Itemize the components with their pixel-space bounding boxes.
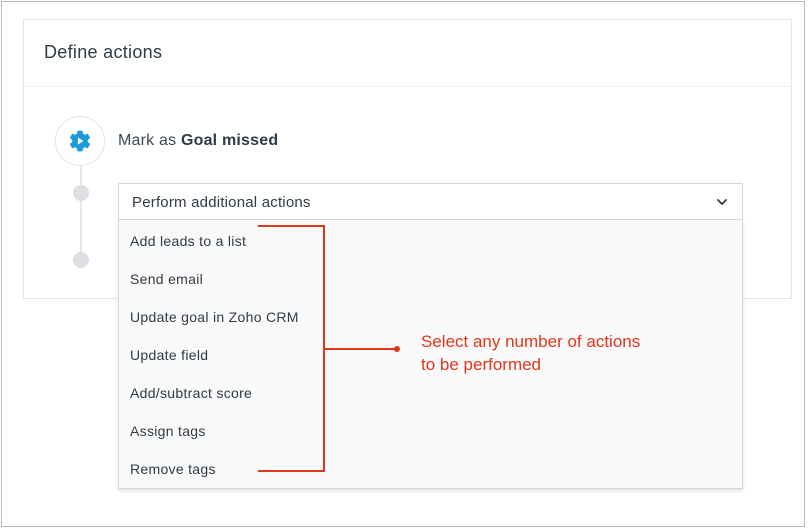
annotation-line-1: Select any number of actions (421, 332, 641, 351)
annotation-bracket (258, 225, 400, 472)
annotation-text: Select any number of actions to be perfo… (421, 330, 681, 376)
annotation-bracket-line (258, 225, 325, 472)
annotation-line-2: to be performed (421, 355, 542, 374)
annotation-pointer-dot (394, 346, 400, 352)
